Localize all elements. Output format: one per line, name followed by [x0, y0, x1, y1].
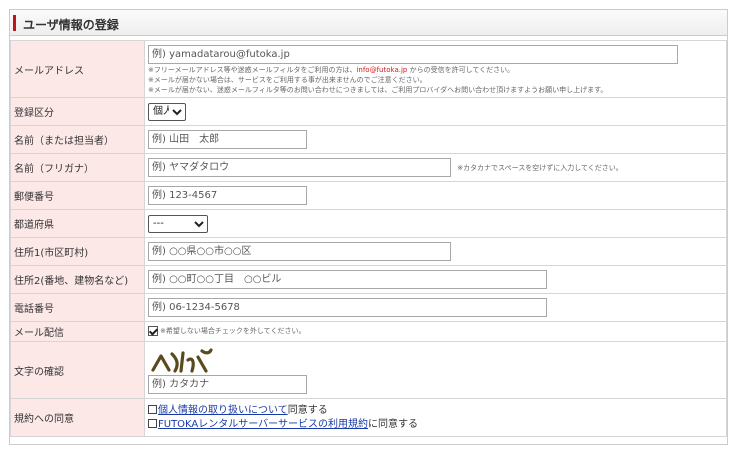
reg-type-select[interactable]: 個人	[148, 102, 186, 121]
email-note-address: info@futoka.jp	[356, 65, 408, 74]
tel-label: 電話番号	[10, 293, 145, 322]
tel-input[interactable]	[148, 298, 547, 317]
addr1-input[interactable]	[148, 242, 451, 261]
registration-form: メールアドレス ※フリーメールアドレス等や迷惑メールフィルタをご利用の方は、in…	[10, 40, 727, 437]
name-label: 名前（または担当者）	[10, 125, 145, 154]
email-input[interactable]	[148, 44, 678, 64]
terms-label: 規約への同意	[10, 398, 145, 437]
captcha-image	[151, 348, 213, 373]
service-agree-line: FUTOKAレンタルサーバーサービスの利用規約に同意する	[148, 418, 726, 432]
registration-panel: ユーザ情報の登録 メールアドレス ※フリーメールアドレス等や迷惑メールフィルタを…	[9, 9, 728, 445]
pref-select[interactable]: ---	[148, 214, 208, 233]
email-note-3: ※メールが届かない、迷惑メールフィルタ等のお問い合わせにつきましては、ご利用プロ…	[148, 85, 608, 94]
row-captcha: 文字の確認	[10, 341, 727, 399]
email-note-1: ※フリーメールアドレス等や迷惑メールフィルタをご利用の方は、info@futok…	[148, 65, 515, 74]
service-agree-checkbox[interactable]	[148, 418, 157, 428]
row-kana: 名前（フリガナ） ※カタカナでスペースを空けずに入力してください。	[10, 153, 727, 182]
name-input[interactable]	[148, 130, 307, 149]
kana-note: ※カタカナでスペースを空けずに入力してください。	[457, 163, 623, 172]
captcha-label: 文字の確認	[10, 341, 145, 399]
row-terms: 規約への同意 個人情報の取り扱いについて同意する FUTOKAレンタルサーバーサ…	[10, 398, 727, 437]
row-addr2: 住所2(番地、建物名など)	[10, 265, 727, 294]
zip-label: 郵便番号	[10, 181, 145, 210]
addr1-label: 住所1(市区町村)	[10, 237, 145, 266]
row-pref: 都道府県 ---	[10, 209, 727, 238]
row-mail-delivery: メール配信 ※希望しない場合チェックを外してください。	[10, 321, 727, 342]
captcha-input[interactable]	[148, 375, 307, 394]
section-title: ユーザ情報の登録	[23, 18, 119, 32]
mail-delivery-note: ※希望しない場合チェックを外してください。	[160, 327, 306, 335]
kana-label: 名前（フリガナ）	[10, 153, 145, 182]
row-zip: 郵便番号	[10, 181, 727, 210]
addr2-label: 住所2(番地、建物名など)	[10, 265, 145, 294]
row-reg-type: 登録区分 個人	[10, 97, 727, 126]
row-addr1: 住所1(市区町村)	[10, 237, 727, 266]
service-terms-link[interactable]: FUTOKAレンタルサーバーサービスの利用規約	[158, 419, 368, 430]
email-note-2: ※メールが届かない場合は、サービスをご利用する事が出来ませんのでご注意ください。	[148, 75, 427, 84]
mail-delivery-label: メール配信	[10, 321, 145, 342]
row-email: メールアドレス ※フリーメールアドレス等や迷惑メールフィルタをご利用の方は、in…	[10, 40, 727, 98]
accent-bar	[13, 15, 16, 31]
row-name: 名前（または担当者）	[10, 125, 727, 154]
section-header: ユーザ情報の登録	[10, 10, 727, 36]
privacy-agree-checkbox[interactable]	[148, 404, 157, 414]
email-label: メールアドレス	[10, 40, 145, 98]
kana-input[interactable]	[148, 158, 451, 177]
mail-delivery-checkbox[interactable]	[148, 326, 158, 336]
privacy-agree-line: 個人情報の取り扱いについて同意する	[148, 404, 726, 418]
addr2-input[interactable]	[148, 270, 547, 289]
reg-type-label: 登録区分	[10, 97, 145, 126]
row-tel: 電話番号	[10, 293, 727, 322]
zip-input[interactable]	[148, 186, 307, 205]
pref-label: 都道府県	[10, 209, 145, 238]
privacy-policy-link[interactable]: 個人情報の取り扱いについて	[158, 405, 288, 416]
